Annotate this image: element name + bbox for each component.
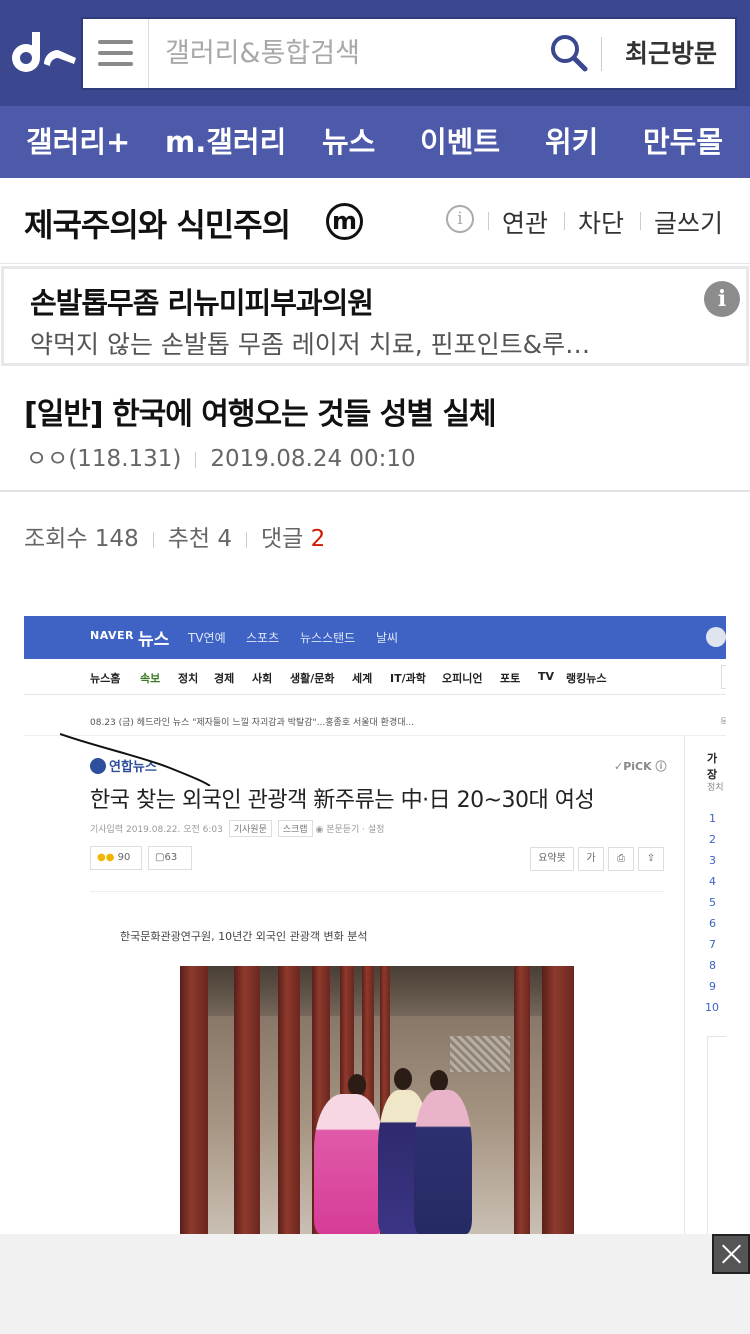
subnav-item: TV bbox=[538, 670, 555, 683]
post-author[interactable]: ㅇㅇ(118.131) bbox=[26, 446, 181, 472]
news-article: 연합뉴스 ✓PiCK ⓘ 한국 찾는 외국인 관광객 新주류는 中·日 20~3… bbox=[90, 736, 686, 1234]
ad-title[interactable]: 손발톱무좀 리뉴미피부과의원 bbox=[30, 280, 374, 322]
naver-subnav: 뉴스홈 속보 정치 경제 사회 생활/문화 세계 IT/과학 오피니언 포토 T… bbox=[24, 659, 726, 695]
ad-banner[interactable]: 손발톱무좀 리뉴미피부과의원 약먹지 않는 손발톱 무좀 레이저 치료, 핀포인… bbox=[1, 266, 749, 366]
subnav-item: 사회 bbox=[252, 672, 273, 685]
nav-item-wiki[interactable]: 위키 bbox=[545, 106, 598, 178]
scribble-mark bbox=[60, 733, 211, 786]
naver-logo: NAVER bbox=[90, 629, 134, 642]
ad-info-icon[interactable]: i bbox=[704, 281, 740, 317]
info-icon[interactable]: i bbox=[446, 205, 474, 233]
naver-tab: 날씨 bbox=[376, 631, 399, 645]
main-nav: 갤러리+ m.갤러리 뉴스 이벤트 위키 만두몰 bbox=[0, 106, 750, 178]
subnav-item: 포토 bbox=[500, 672, 521, 685]
gallery-title[interactable]: 제국주의와 식민주의 bbox=[24, 200, 291, 246]
post-meta: ㅇㅇ(118.131) 2019.08.24 00:10 bbox=[26, 439, 416, 473]
headline-bar-right: 목 bbox=[720, 718, 726, 728]
post-header: [일반] 한국에 여행오는 것들 성별 실체 ㅇㅇ(118.131) 2019.0… bbox=[0, 367, 750, 492]
gallery-header: 제국주의와 식민주의 m i 연관 차단 글쓰기 bbox=[0, 178, 750, 264]
naver-tab: 스포츠 bbox=[246, 631, 280, 645]
top-header: 최근방문 bbox=[0, 0, 750, 106]
pick-badge: ✓PiCK ⓘ bbox=[614, 760, 667, 773]
news-subhead: 한국문화관광연구원, 10년간 외국인 관광객 변화 분석 bbox=[120, 930, 368, 943]
recent-visits-button[interactable]: 최근방문 bbox=[607, 19, 735, 88]
share-icon: ⇪ bbox=[638, 847, 664, 871]
naver-tab: 뉴스스탠드 bbox=[300, 631, 356, 645]
nav-item-mandu-mall[interactable]: 만두몰 bbox=[643, 106, 723, 178]
summary-button: 요약봇 bbox=[530, 847, 574, 871]
menu-icon bbox=[98, 40, 133, 44]
post-stats: 조회수 148 추천 4 댓글 2 bbox=[24, 519, 325, 553]
naver-news-title: 뉴스 bbox=[138, 630, 170, 650]
ad-description[interactable]: 약먹지 않는 손발톱 무좀 레이저 치료, 핀포인트&루… bbox=[30, 325, 690, 361]
write-link[interactable]: 글쓰기 bbox=[654, 204, 723, 240]
naver-header: NAVER 뉴스 TV연예 스포츠 뉴스스탠드 날씨 bbox=[24, 616, 726, 659]
dc-logo-icon[interactable] bbox=[10, 28, 76, 78]
reaction-count: ●● 90 bbox=[90, 846, 142, 870]
subnav-item: IT/과학 bbox=[390, 672, 426, 685]
subnav-item: 정치 bbox=[178, 672, 199, 685]
close-icon[interactable] bbox=[712, 1234, 750, 1274]
subnav-item: 뉴스홈 bbox=[90, 672, 121, 685]
views-label: 조회수 bbox=[24, 526, 88, 552]
nav-item-event[interactable]: 이벤트 bbox=[420, 106, 500, 178]
subnav-item: 경제 bbox=[214, 672, 235, 685]
menu-button[interactable] bbox=[83, 19, 149, 88]
news-headline: 한국 찾는 외국인 관광객 新주류는 中·日 20~30대 여성 bbox=[90, 788, 595, 813]
recommend-count: 4 bbox=[217, 526, 232, 552]
nav-item-m-gallery[interactable]: m.갤러리 bbox=[165, 106, 286, 178]
subnav-search bbox=[721, 665, 726, 689]
views-count: 148 bbox=[94, 526, 139, 552]
print-icon: ⎙ bbox=[608, 847, 634, 871]
block-link[interactable]: 차단 bbox=[578, 204, 624, 240]
news-byline: 기사입력 2019.08.22. 오전 6:03 기사원문 스크랩 ◉ 본문듣기… bbox=[90, 820, 384, 837]
search-box: 최근방문 bbox=[81, 17, 737, 90]
search-input[interactable] bbox=[151, 19, 541, 88]
divider bbox=[601, 37, 602, 71]
comments-label[interactable]: 댓글 bbox=[261, 526, 303, 552]
font-button: 가 bbox=[578, 847, 604, 871]
nav-item-gallery-plus[interactable]: 갤러리+ bbox=[26, 106, 130, 178]
related-link[interactable]: 연관 bbox=[502, 204, 548, 240]
subnav-item: 랭킹뉴스 bbox=[566, 672, 607, 685]
subnav-item: 오피니언 bbox=[442, 672, 483, 685]
comment-count: ▢63 bbox=[148, 846, 192, 870]
avatar bbox=[706, 627, 726, 647]
recommend-label: 추천 bbox=[167, 526, 211, 552]
subnav-item: 속보 bbox=[140, 672, 161, 685]
subnav-item: 생활/문화 bbox=[290, 672, 335, 685]
post-title: [일반] 한국에 여행오는 것들 성별 실체 bbox=[24, 397, 497, 432]
bottom-ad-banner[interactable] bbox=[0, 1234, 750, 1334]
subnav-item: 세계 bbox=[352, 672, 373, 685]
naver-tab: TV연예 bbox=[188, 631, 226, 645]
post-datetime: 2019.08.24 00:10 bbox=[210, 446, 416, 472]
search-icon[interactable] bbox=[549, 33, 589, 73]
comments-count[interactable]: 2 bbox=[311, 526, 326, 552]
hanbok-photo bbox=[180, 966, 574, 1234]
post-image: NAVER 뉴스 TV연예 스포츠 뉴스스탠드 날씨 뉴스홈 속보 정치 경제 … bbox=[24, 616, 726, 1234]
nav-item-news[interactable]: 뉴스 bbox=[322, 106, 375, 178]
minor-gallery-badge: m bbox=[326, 203, 363, 240]
news-sidebar: 가장 정치 1 2 3 4 5 6 7 8 9 10 bbox=[684, 736, 726, 1234]
